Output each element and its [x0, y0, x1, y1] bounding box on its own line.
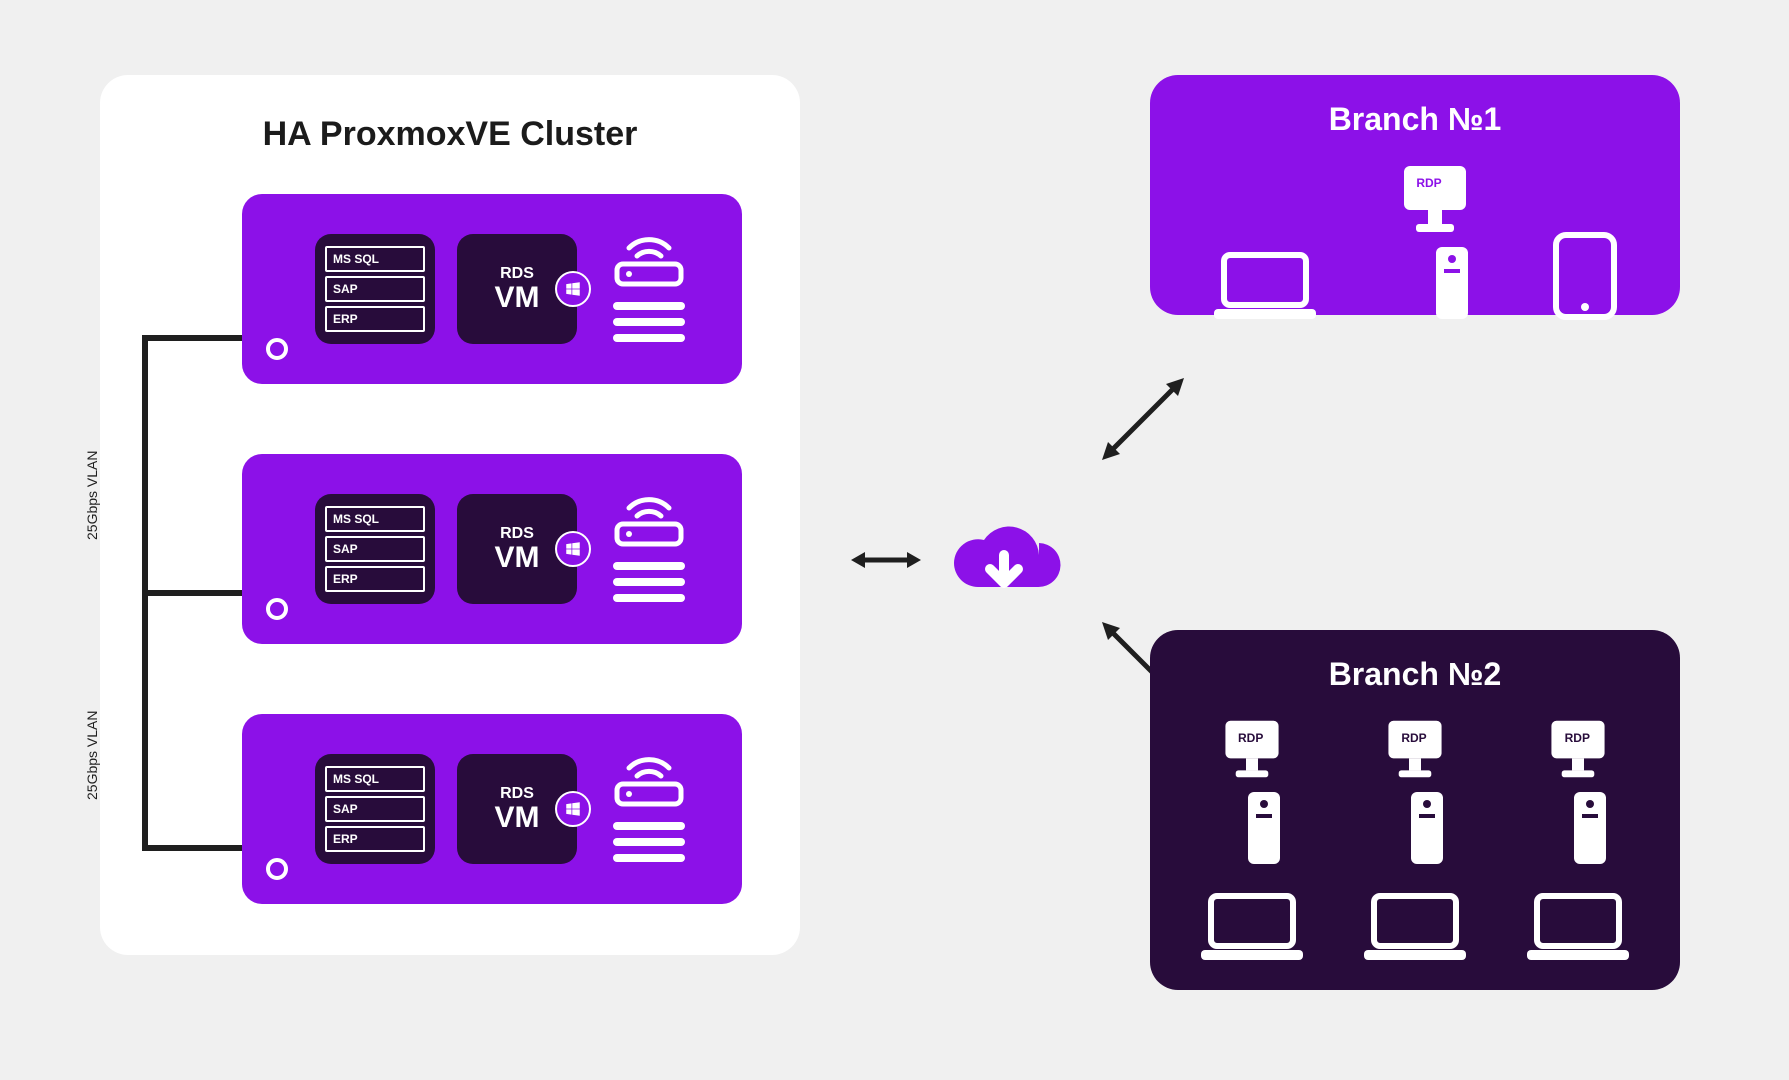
rdp-workstation-icon: RDP	[1400, 162, 1470, 321]
branch-title: Branch №1	[1180, 101, 1650, 138]
vlan-label: 25Gbps VLAN	[84, 451, 100, 541]
vm-label: VM	[495, 283, 540, 313]
double-arrow-icon	[851, 545, 921, 575]
server-node: MS SQL SAP ERP RDS VM	[242, 194, 742, 384]
db-label: ERP	[325, 306, 425, 332]
status-led-icon	[266, 338, 288, 360]
router-icon	[599, 496, 699, 602]
db-tile: MS SQL SAP ERP	[315, 234, 435, 344]
vm-tile: RDS VM	[457, 234, 577, 344]
db-label: MS SQL	[325, 506, 425, 532]
laptop-icon	[1360, 892, 1470, 962]
db-label: SAP	[325, 796, 425, 822]
vlan-label: 25Gbps VLAN	[84, 711, 100, 801]
rdp-label: RDP	[1556, 731, 1598, 745]
router-icon	[599, 236, 699, 342]
cluster-panel: HA ProxmoxVE Cluster 25Gbps VLAN 25Gbps …	[100, 75, 800, 955]
rdp-workstation-icon: RDP	[1222, 717, 1282, 866]
double-arrow-icon	[1098, 374, 1188, 464]
db-label: ERP	[325, 566, 425, 592]
branch-card: Branch №1 RDP	[1150, 75, 1680, 315]
db-label: SAP	[325, 276, 425, 302]
router-icon	[599, 756, 699, 862]
db-label: MS SQL	[325, 246, 425, 272]
branch-title: Branch №2	[1180, 656, 1650, 693]
vm-label: VM	[495, 543, 540, 573]
windows-icon	[555, 531, 591, 567]
cluster-title: HA ProxmoxVE Cluster	[128, 115, 772, 154]
vm-tile: RDS VM	[457, 754, 577, 864]
device-row: RDP	[1180, 162, 1650, 321]
rdp-label: RDP	[1408, 176, 1450, 190]
db-tile: MS SQL SAP ERP	[315, 494, 435, 604]
windows-icon	[555, 791, 591, 827]
laptop-icon	[1197, 892, 1307, 962]
db-label: SAP	[325, 536, 425, 562]
server-node: MS SQL SAP ERP RDS VM	[242, 714, 742, 904]
tablet-icon	[1550, 231, 1620, 321]
db-tile: MS SQL SAP ERP	[315, 754, 435, 864]
server-node: MS SQL SAP ERP RDS VM	[242, 454, 742, 644]
center-link	[830, 480, 1090, 640]
rdp-label: RDP	[1230, 731, 1272, 745]
rdp-workstation-icon: RDP	[1548, 717, 1608, 866]
vm-tile: RDS VM	[457, 494, 577, 604]
laptop-icon	[1523, 892, 1633, 962]
laptop-icon	[1210, 251, 1320, 321]
vm-label: VM	[495, 803, 540, 833]
nodes-container: MS SQL SAP ERP RDS VM	[128, 194, 772, 904]
branch-card: Branch №2 RDP RDP	[1150, 630, 1680, 990]
status-led-icon	[266, 858, 288, 880]
cloud-download-icon	[939, 505, 1069, 615]
rdp-workstation-icon: RDP	[1385, 717, 1445, 866]
device-row	[1180, 892, 1650, 962]
status-led-icon	[266, 598, 288, 620]
db-label: ERP	[325, 826, 425, 852]
windows-icon	[555, 271, 591, 307]
rdp-label: RDP	[1393, 731, 1435, 745]
device-row: RDP RDP RDP	[1180, 717, 1650, 866]
db-label: MS SQL	[325, 766, 425, 792]
